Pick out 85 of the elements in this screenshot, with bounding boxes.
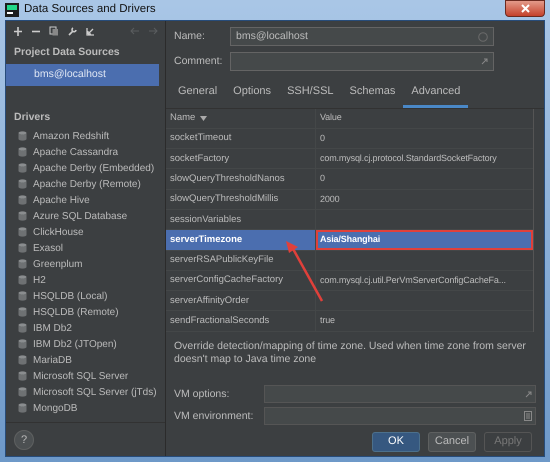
field-label: VM environment: bbox=[174, 408, 254, 424]
database-icon bbox=[18, 339, 27, 350]
table-cell-text: com.mysql.cj.util.PerVmServerConfigCacheFa... bbox=[319, 274, 507, 287]
help-button[interactable]: ? bbox=[14, 430, 34, 450]
table-cell-text: 2000 bbox=[319, 192, 340, 206]
database-icon bbox=[18, 131, 27, 142]
database-icon bbox=[18, 307, 27, 318]
database-icon bbox=[18, 355, 27, 366]
database-icon bbox=[18, 387, 27, 398]
wrench-icon[interactable] bbox=[67, 26, 77, 36]
driver-item[interactable]: MongoDB bbox=[33, 400, 78, 416]
driver-item[interactable]: H2 bbox=[33, 272, 46, 288]
driver-item[interactable]: Apache Cassandra bbox=[33, 144, 118, 160]
database-icon bbox=[18, 275, 27, 286]
driver-item[interactable]: Greenplum bbox=[33, 256, 82, 272]
list-icon bbox=[524, 411, 532, 422]
table-cell-text: com.mysql.cj.protocol.StandardSocketFactory bbox=[319, 152, 498, 165]
field-label: Name: bbox=[174, 28, 206, 44]
table-cell-text: 0 bbox=[319, 172, 326, 186]
driver-item[interactable]: IBM Db2 (JTOpen) bbox=[33, 336, 117, 352]
driver-item[interactable]: Exasol bbox=[33, 240, 64, 256]
database-icon bbox=[18, 227, 27, 238]
database-icon bbox=[18, 259, 27, 270]
tab[interactable]: Options bbox=[225, 80, 280, 108]
add-icon[interactable] bbox=[13, 26, 23, 36]
field-label: VM options: bbox=[174, 386, 230, 402]
selected-row[interactable]: serverTimezone Asia/Shanghai bbox=[166, 230, 533, 251]
data-source-item[interactable]: bms@localhost bbox=[6, 64, 159, 86]
driver-item[interactable]: MariaDB bbox=[33, 352, 72, 368]
clear-icon bbox=[478, 32, 488, 42]
database-icon bbox=[18, 323, 27, 334]
window-title: Data Sources and Drivers bbox=[24, 2, 156, 18]
comment-field[interactable] bbox=[230, 52, 494, 71]
driver-item[interactable]: Apache Hive bbox=[33, 192, 90, 208]
column-header[interactable]: Value bbox=[316, 108, 533, 128]
database-icon bbox=[18, 179, 27, 190]
field-label: Comment: bbox=[174, 54, 224, 69]
section-heading: Project Data Sources bbox=[13, 45, 121, 60]
property-description: Override detection/mapping of time zone. Used when time zone from server doesn't map to Java time zone bbox=[173, 338, 527, 368]
table-cell: socketTimeout bbox=[166, 128, 316, 148]
database-icon bbox=[18, 195, 27, 206]
database-icon bbox=[18, 371, 27, 382]
driver-item[interactable]: IBM Db2 bbox=[33, 320, 72, 336]
environment-field[interactable] bbox=[264, 407, 536, 426]
driver-item[interactable]: ClickHouse bbox=[33, 224, 84, 240]
driver-item[interactable]: HSQLDB (Local) bbox=[33, 288, 108, 304]
expand-icon bbox=[481, 58, 488, 65]
table-cell: sessionVariables bbox=[166, 210, 316, 230]
driver-item[interactable]: Microsoft SQL Server (jTds) bbox=[33, 384, 157, 400]
table-cell-text: true bbox=[319, 314, 336, 328]
driver-item[interactable]: HSQLDB (Remote) bbox=[33, 304, 119, 320]
database-icon bbox=[18, 211, 27, 222]
close-icon bbox=[520, 4, 530, 13]
table-cell: socketFactory bbox=[166, 149, 316, 168]
driver-item[interactable]: Apache Derby (Embedded) bbox=[33, 160, 154, 176]
copy-icon[interactable] bbox=[49, 26, 59, 36]
expand-icon bbox=[525, 390, 532, 398]
driver-item[interactable]: Amazon Redshift bbox=[33, 128, 110, 144]
table-cell: slowQueryThresholdMillis bbox=[166, 190, 316, 209]
close-button[interactable] bbox=[505, 0, 545, 17]
table-cell: serverAffinityOrder bbox=[166, 291, 316, 310]
tab[interactable]: SSH/SSL bbox=[279, 80, 342, 108]
column-header[interactable]: Name bbox=[166, 108, 316, 128]
driver-item[interactable]: Microsoft SQL Server bbox=[33, 368, 128, 384]
section-heading: Drivers bbox=[13, 110, 52, 124]
tab[interactable]: Schemas bbox=[342, 80, 404, 108]
name-field[interactable]: bms@localhost bbox=[230, 27, 494, 46]
app-icon bbox=[5, 3, 19, 17]
tab[interactable]: General bbox=[170, 80, 226, 108]
driver-item[interactable]: Apache Derby (Remote) bbox=[33, 176, 141, 192]
table-cell-text: 0 bbox=[319, 132, 326, 145]
database-icon bbox=[18, 403, 27, 414]
table-cell: serverConfigCacheFactory bbox=[166, 270, 316, 290]
table-cell: Asia/Shanghai bbox=[316, 230, 533, 250]
options-field[interactable] bbox=[264, 385, 536, 404]
table-cell: sendFractionalSeconds bbox=[166, 311, 316, 331]
database-icon bbox=[18, 163, 27, 174]
table-cell: slowQueryThresholdNanos bbox=[166, 169, 316, 189]
dialog-button[interactable]: Cancel bbox=[428, 432, 476, 452]
driver-item[interactable]: Azure SQL Database bbox=[33, 208, 128, 224]
dialog-button[interactable]: OK bbox=[372, 432, 420, 452]
database-icon bbox=[18, 243, 27, 254]
database-icon bbox=[18, 147, 27, 158]
import-icon[interactable] bbox=[85, 26, 95, 36]
database-icon bbox=[18, 291, 27, 302]
